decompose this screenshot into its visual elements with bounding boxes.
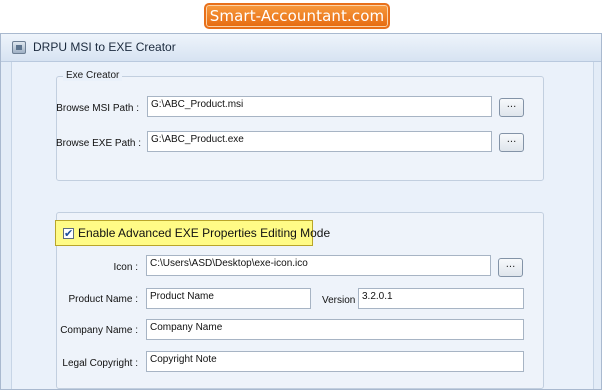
app-window: DRPU MSI to EXE Creator Exe Creator Brow… bbox=[0, 33, 602, 390]
browse-icon-button[interactable]: ... bbox=[498, 258, 523, 277]
window-title: DRPU MSI to EXE Creator bbox=[33, 40, 176, 54]
app-icon bbox=[12, 41, 26, 54]
product-name-label: Product Name : bbox=[68, 294, 138, 305]
version-label: Version : bbox=[322, 295, 361, 306]
version-field[interactable]: 3.2.0.1 bbox=[358, 288, 524, 309]
legal-copyright-field[interactable]: Copyright Note bbox=[146, 351, 524, 372]
legal-copyright-label: Legal Copyright : bbox=[62, 358, 138, 369]
icon-label: Icon : bbox=[113, 262, 138, 273]
company-name-label: Company Name : bbox=[60, 325, 138, 336]
title-bar: DRPU MSI to EXE Creator bbox=[1, 34, 601, 62]
site-banner: Smart-Accountant.com bbox=[204, 3, 390, 29]
product-name-field[interactable]: Product Name bbox=[146, 288, 311, 309]
icon-path-field[interactable]: C:\Users\ASD\Desktop\exe-icon.ico bbox=[146, 255, 491, 276]
properties-content: Icon : C:\Users\ASD\Desktop\exe-icon.ico… bbox=[11, 62, 592, 389]
company-name-field[interactable]: Company Name bbox=[146, 319, 524, 340]
